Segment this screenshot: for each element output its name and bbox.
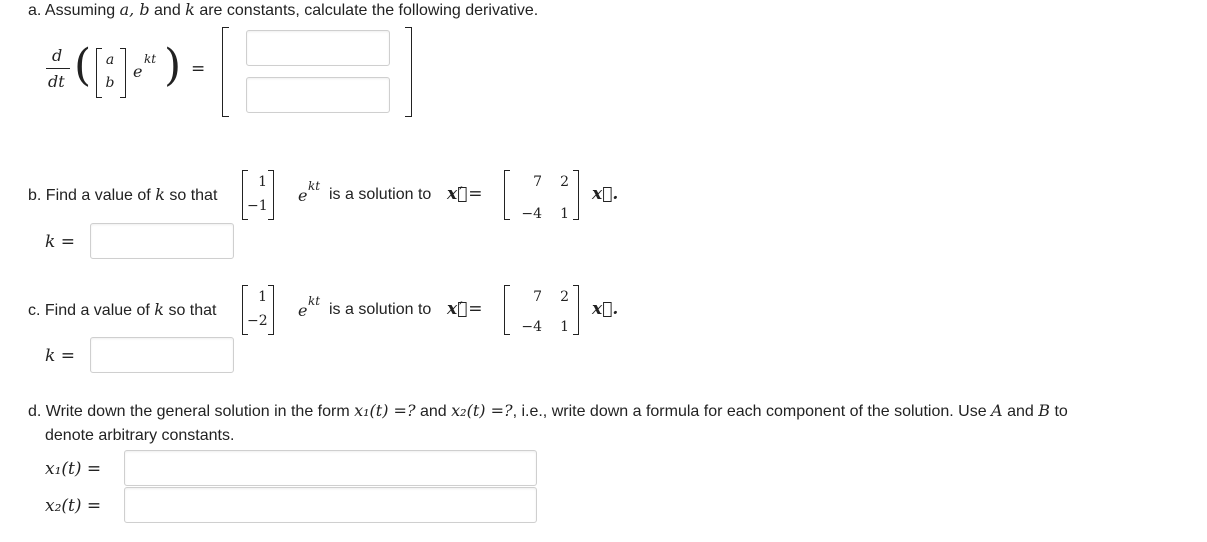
part-a-vector-right-bracket bbox=[120, 48, 126, 98]
part-c-matrix-r2c1: −4 bbox=[521, 319, 542, 335]
part-c-vector-right-bracket bbox=[268, 285, 274, 335]
part-b-is-solution: is a solution to bbox=[329, 186, 432, 203]
part-c-matrix-r1c2: 2 bbox=[560, 289, 569, 305]
part-a-equals: = bbox=[191, 59, 206, 79]
left-paren: ( bbox=[74, 40, 92, 91]
part-c-vector-top: 1 bbox=[258, 289, 267, 305]
part-c-matrix-right-bracket bbox=[573, 285, 579, 335]
fraction-bar bbox=[46, 68, 70, 69]
part-c-prime-eq: ′ = bbox=[459, 299, 483, 319]
part-b-vector-top: 1 bbox=[258, 174, 267, 190]
part-d-line1-start: d. Write down the general solution in th… bbox=[28, 403, 350, 420]
part-a-input-top[interactable] bbox=[246, 30, 390, 66]
part-d-line1-end: , i.e., write down a formula for each co… bbox=[512, 403, 987, 420]
part-b-matrix-r2c1: −4 bbox=[521, 206, 542, 222]
part-a-k: k bbox=[185, 0, 195, 19]
part-c-exp-base: e bbox=[298, 301, 308, 320]
part-b-answer-field[interactable] bbox=[91, 224, 233, 258]
part-d-B: B bbox=[1038, 401, 1050, 420]
part-b-k: k bbox=[155, 185, 165, 204]
part-c-label: c. Find a value of bbox=[28, 302, 150, 319]
part-d-x2-input[interactable] bbox=[124, 487, 537, 523]
part-c-answer-input[interactable] bbox=[90, 337, 234, 373]
part-d-x1-label: x₁(t) = bbox=[45, 459, 102, 479]
part-b-prime-eq: ′ = bbox=[459, 184, 483, 204]
part-b-matrix-r2c2: 1 bbox=[560, 206, 569, 222]
part-b-tail: x⃗. bbox=[592, 184, 619, 204]
part-a-prompt: a. Assuming a, b and k are constants, ca… bbox=[28, 1, 538, 20]
part-b-vector-right-bracket bbox=[268, 170, 274, 220]
part-b-matrix-r1c1: 7 bbox=[533, 174, 542, 190]
part-b-exponent: kt bbox=[308, 179, 321, 193]
part-a-input-bottom-field[interactable] bbox=[247, 78, 389, 112]
part-b-answer-input[interactable] bbox=[90, 223, 234, 259]
part-a-vars: a, b bbox=[119, 0, 150, 19]
part-d-x2-form: x₂(t) =? bbox=[451, 401, 513, 420]
part-d-and: and bbox=[419, 403, 447, 420]
part-a-vector-top: a bbox=[105, 52, 115, 68]
part-d-to: to bbox=[1054, 403, 1068, 420]
part-b-vector-bottom: −1 bbox=[247, 198, 268, 214]
part-d-and2: and bbox=[1007, 403, 1034, 420]
part-c-matrix-r2c2: 1 bbox=[560, 319, 569, 335]
part-d-x1-field[interactable] bbox=[125, 451, 536, 485]
part-a-input-top-field[interactable] bbox=[247, 31, 389, 65]
part-c-matrix-r1c1: 7 bbox=[533, 289, 542, 305]
part-b-label: b. Find a value of bbox=[28, 187, 151, 204]
part-a-input-bottom[interactable] bbox=[246, 77, 390, 113]
part-c-is-solution: is a solution to bbox=[329, 301, 432, 318]
part-c-k: k bbox=[154, 300, 164, 319]
part-c-tail: x⃗. bbox=[592, 299, 619, 319]
part-a-vector-left-bracket bbox=[96, 48, 102, 98]
right-paren: ) bbox=[164, 40, 182, 91]
part-d-x1-input[interactable] bbox=[124, 450, 537, 486]
derivative-operator: d dt bbox=[46, 44, 70, 96]
part-d-A: A bbox=[991, 401, 1003, 420]
part-b-matrix-r1c2: 2 bbox=[560, 174, 569, 190]
part-a-label: a. Assuming bbox=[28, 2, 116, 19]
part-c-prompt: c. Find a value of k so that bbox=[28, 301, 216, 320]
part-a-result-left-bracket bbox=[222, 27, 229, 117]
part-d-prompt-line2: denote arbitrary constants. bbox=[45, 427, 235, 444]
part-a-result-right-bracket bbox=[405, 27, 412, 117]
part-c-vector-bottom: −2 bbox=[247, 313, 268, 329]
part-c-exponent: kt bbox=[308, 294, 321, 308]
part-c-answer-label: k = bbox=[45, 346, 75, 366]
part-c-answer-field[interactable] bbox=[91, 338, 233, 372]
part-c-so-that: so that bbox=[168, 302, 217, 319]
part-a-vector-bottom: b bbox=[105, 75, 115, 91]
part-d-x1-form: x₁(t) =? bbox=[354, 401, 416, 420]
part-a-rest: are constants, calculate the following d… bbox=[199, 2, 539, 19]
part-d-prompt-line1: d. Write down the general solution in th… bbox=[28, 402, 1068, 421]
part-b-prompt: b. Find a value of k so that bbox=[28, 186, 217, 205]
part-d-x2-label: x₂(t) = bbox=[45, 496, 102, 516]
part-a-and: and bbox=[154, 2, 181, 19]
part-a-exp-base: e bbox=[133, 62, 143, 81]
part-d-x2-field[interactable] bbox=[125, 488, 536, 522]
part-b-answer-label: k = bbox=[45, 232, 75, 252]
part-a-exponent: kt bbox=[144, 52, 157, 66]
part-b-so-that: so that bbox=[169, 187, 218, 204]
derivative-denominator: dt bbox=[48, 72, 65, 91]
derivative-numerator: d bbox=[52, 46, 63, 65]
part-b-matrix-right-bracket bbox=[573, 170, 579, 220]
part-b-exp-base: e bbox=[298, 186, 308, 205]
